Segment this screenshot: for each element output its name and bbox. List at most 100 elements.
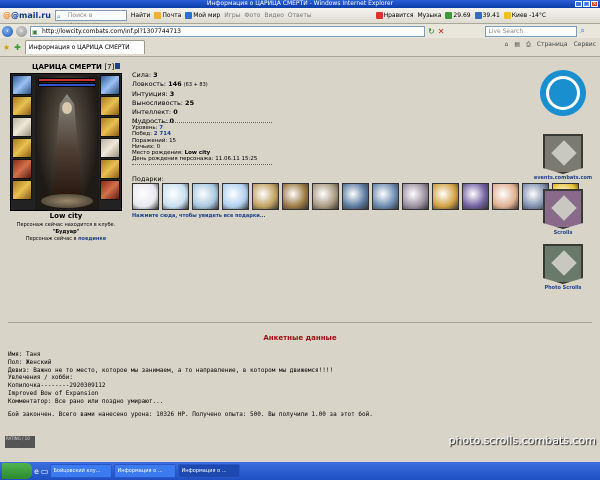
toolbar-item-mail[interactable]: Почта: [154, 12, 181, 19]
stat-intellect: Интеллект: 0: [132, 108, 178, 116]
character-portrait: [10, 73, 122, 211]
profile-text: Имя: Таня Пол: Женский Девиз: Важно не то …: [8, 351, 333, 406]
all-gifts-link[interactable]: Нажмите сюда, чтобы увидеть все подарки.…: [132, 213, 265, 219]
mail-icon: [154, 12, 162, 19]
home-icon[interactable]: ⌂: [505, 41, 509, 49]
weather-icon: [503, 12, 511, 19]
live-search-input[interactable]: Live Search: [485, 25, 578, 37]
mana-bar: [38, 83, 96, 87]
boots-slot[interactable]: [100, 180, 120, 200]
photo-scrolls-banner-icon[interactable]: [543, 244, 583, 284]
forward-button[interactable]: ›: [16, 25, 27, 37]
scrolls-banner-icon[interactable]: [543, 189, 583, 229]
toolbar-item-answers[interactable]: Ответы: [288, 12, 312, 19]
quicklaunch-ie-icon[interactable]: e: [34, 467, 39, 476]
fight-status: Персонаж сейчас в поединке: [25, 236, 107, 242]
profile-line: Копилочка--------2920309112: [8, 382, 106, 390]
gifts-label: Подарки:: [132, 175, 164, 183]
info-icon[interactable]: [115, 63, 121, 69]
gift-item-icon[interactable]: [162, 183, 189, 210]
window-title: Информация о ЦАРИЦА СМЕРТИ - Windows Int…: [206, 0, 394, 7]
taskbar-button[interactable]: Бойцовский клу...: [50, 464, 113, 478]
details-list: Уровень: 7 Побед: 2 714 Поражений: 15 Ни…: [132, 125, 257, 163]
minimize-icon[interactable]: _: [575, 1, 582, 7]
feeds-icon[interactable]: ▤: [514, 41, 520, 49]
toolbar-music[interactable]: Музыка: [417, 12, 441, 19]
profile-line: Девиз: Важно не то место, которое мы зан…: [8, 366, 334, 374]
gift-item-icon[interactable]: [342, 183, 369, 210]
necklace-slot[interactable]: [12, 96, 32, 116]
close-icon[interactable]: ×: [591, 1, 598, 7]
start-button[interactable]: [2, 463, 32, 479]
command-bar: ⌂ ▤ ⎙ Страница Сервис: [505, 41, 597, 49]
armor-slot[interactable]: [12, 138, 32, 158]
back-button[interactable]: ‹: [2, 25, 13, 37]
gift-item-icon[interactable]: [192, 183, 219, 210]
fight-link[interactable]: поединке: [78, 236, 106, 242]
stat-intuition: Интуиция: 3: [132, 90, 175, 98]
gift-item-icon[interactable]: [462, 183, 489, 210]
toolbar-search-input[interactable]: ⌕ Поиск в Интернете: [54, 10, 127, 29]
gift-item-icon[interactable]: [402, 183, 429, 210]
gift-item-icon[interactable]: [222, 183, 249, 210]
add-favorite-icon[interactable]: ✚: [14, 43, 21, 52]
tab-bar: ★ ✚ Информация о ЦАРИЦА СМЕРТИ ⌂ ▤ ⎙ Стр…: [0, 38, 600, 57]
ring-slot[interactable]: [100, 96, 120, 116]
toolbar-item-video[interactable]: Видео: [264, 12, 284, 19]
helmet-slot[interactable]: [12, 75, 32, 95]
gifts-row: [132, 183, 579, 210]
taskbar-button[interactable]: Информация о ...: [178, 464, 241, 478]
browser-tab[interactable]: Информация о ЦАРИЦА СМЕРТИ: [24, 40, 145, 54]
details-divider: [132, 164, 272, 165]
shield-slot[interactable]: [100, 138, 120, 158]
combats-logo-icon[interactable]: [540, 70, 586, 116]
maximize-icon[interactable]: □: [583, 1, 590, 7]
ring-slot-2[interactable]: [100, 117, 120, 137]
belt-slot[interactable]: [12, 159, 32, 179]
gloves-slot[interactable]: [12, 180, 32, 200]
search-go-icon[interactable]: ⌕: [580, 26, 584, 36]
mailru-logo[interactable]: @@mail.ru: [3, 11, 51, 20]
gift-item-icon[interactable]: [372, 183, 399, 210]
weapon-slot[interactable]: [12, 117, 32, 137]
gift-item-icon[interactable]: [282, 183, 309, 210]
toolbar-usd: 29.69: [445, 12, 471, 19]
quicklaunch-desktop-icon[interactable]: ▭: [41, 467, 49, 476]
find-button[interactable]: Найти: [131, 12, 150, 19]
myworld-icon: [185, 12, 193, 19]
gift-item-icon[interactable]: [432, 183, 459, 210]
gift-item-icon[interactable]: [492, 183, 519, 210]
print-icon[interactable]: ⎙: [526, 41, 531, 49]
location-info: Low city Персонаж сейчас находится в клу…: [10, 213, 122, 243]
tools-menu[interactable]: Сервис: [574, 41, 596, 49]
stats-divider: [132, 122, 272, 123]
toolbar-likes[interactable]: Нравится: [375, 12, 413, 19]
toolbar-weather[interactable]: Киев -14°C: [503, 12, 546, 19]
toolbar-item-myworld[interactable]: Мой мир: [185, 12, 220, 19]
dollar-icon: [445, 12, 453, 19]
refresh-icon[interactable]: ↻: [428, 27, 435, 36]
page-menu[interactable]: Страница: [537, 41, 568, 49]
toolbar-item-games[interactable]: Игры: [224, 12, 240, 19]
gift-item-icon[interactable]: [252, 183, 279, 210]
gift-item-icon[interactable]: [312, 183, 339, 210]
taskbar: e ▭ Бойцовский клу... Информация о ... И…: [0, 462, 600, 480]
character-figure: [35, 76, 99, 210]
toolbar-item-photo[interactable]: Фото: [244, 12, 260, 19]
page-icon: ▣: [32, 28, 38, 36]
scrolls-link[interactable]: Scrolls: [528, 230, 598, 236]
gift-item-icon[interactable]: [132, 183, 159, 210]
favorites-star-icon[interactable]: ★: [3, 43, 10, 52]
events-link[interactable]: events.combats.com: [528, 175, 598, 181]
rating-badge[interactable]: RATING / 10: [5, 436, 35, 448]
stat-strength: Сила: 3: [132, 71, 158, 79]
profile-line: Имя: Таня: [8, 351, 41, 358]
stop-icon[interactable]: ✕: [438, 27, 445, 36]
pants-slot[interactable]: [100, 159, 120, 179]
taskbar-button[interactable]: Информация о ...: [114, 464, 177, 478]
earring-slot[interactable]: [100, 75, 120, 95]
stat-endurance: Выносливость: 25: [132, 99, 195, 107]
photo-scrolls-link[interactable]: Photo Scrolls: [528, 285, 598, 291]
address-bar[interactable]: ▣ http://lowcity.combats.com/inf.pl?1307…: [30, 25, 425, 37]
events-banner-icon[interactable]: [543, 134, 583, 174]
